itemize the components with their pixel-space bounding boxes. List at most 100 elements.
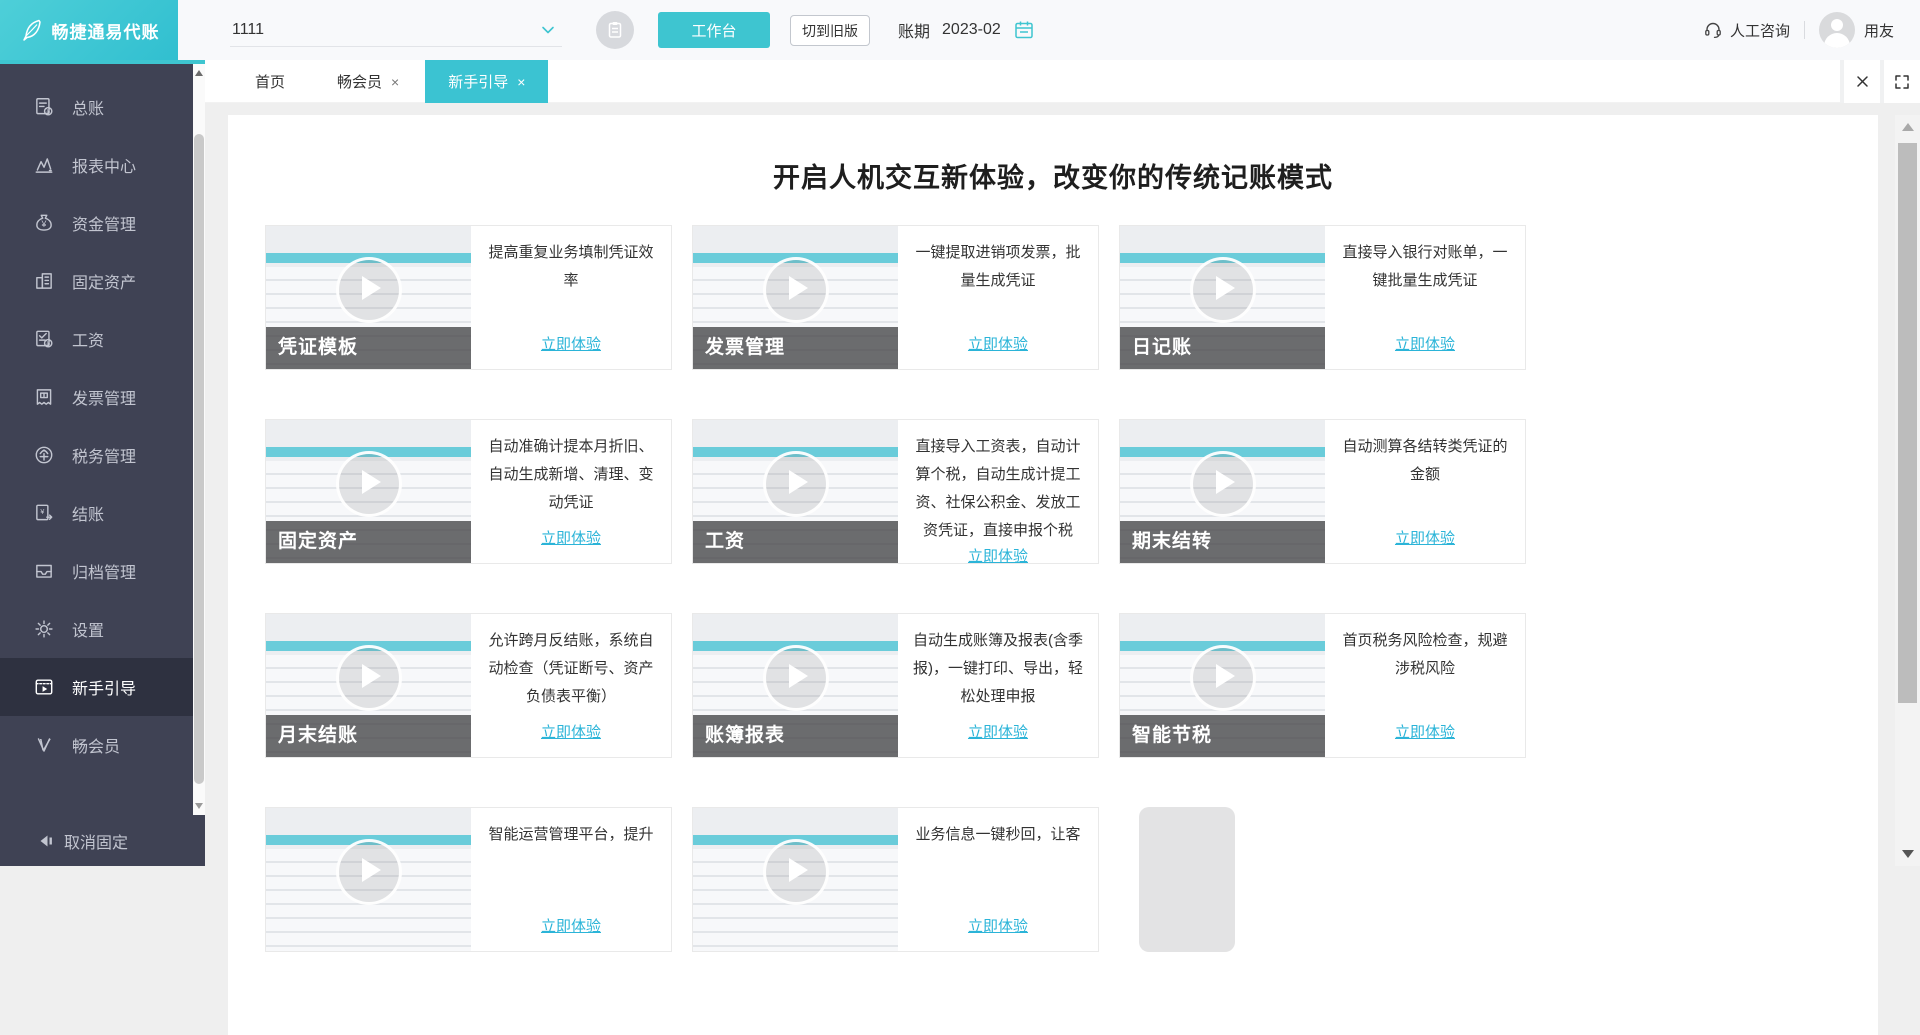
svg-text:¥: ¥	[46, 340, 50, 348]
play-button-icon[interactable]	[335, 839, 402, 905]
video-thumbnail[interactable]: 账簿报表	[693, 614, 898, 757]
notes-button[interactable]	[596, 11, 634, 49]
card-info: 业务信息一键秒回，让客 立即体验	[898, 808, 1098, 951]
sidebar-item-9[interactable]: 设置	[0, 600, 193, 658]
sidebar-scroll-down-icon[interactable]	[193, 799, 205, 813]
card-description: 自动准确计提本月折旧、自动生成新增、清理、变动凭证	[488, 438, 654, 511]
fullscreen-button[interactable]	[1880, 60, 1920, 103]
scroll-down-icon[interactable]	[1895, 850, 1920, 858]
sidebar-item-6[interactable]: 税务管理	[0, 426, 193, 484]
sidebar-item-label: 新手引导	[72, 681, 137, 698]
sidebar-item-8[interactable]: 归档管理	[0, 542, 193, 600]
accounting-period: 账期 2023-02	[898, 0, 1035, 60]
sidebar: ¥ 总账 报表中心 ¥ 资金管理 固定资产 ¥ 工资 发票管理 税务管理 ¥ 结…	[0, 64, 205, 866]
video-thumbnail[interactable]	[1139, 807, 1235, 952]
card-info: 首页税务风险检查，规避涉税风险 立即体验	[1325, 614, 1525, 757]
tab-label: 畅会员	[337, 74, 383, 91]
card-label: 日记账	[1120, 327, 1325, 369]
play-button-icon[interactable]	[335, 451, 402, 517]
try-now-link[interactable]: 立即体验	[968, 721, 1028, 742]
close-tab-button[interactable]	[1840, 60, 1880, 103]
sidebar-item-label: 归档管理	[72, 565, 137, 582]
sidebar-item-11[interactable]: V 畅会员	[0, 716, 193, 774]
svg-text:¥: ¥	[41, 219, 47, 229]
tab-2[interactable]: 新手引导 ×	[425, 60, 549, 103]
video-thumbnail[interactable]: 固定资产	[266, 420, 471, 563]
app-logo[interactable]: 畅捷通易代账	[0, 0, 178, 60]
try-now-link[interactable]: 立即体验	[968, 545, 1028, 566]
guide-card-6: 月末结账 允许跨月反结账，系统自动检查（凭证断号、资产负债表平衡） 立即体验	[265, 613, 672, 758]
sidebar-scroll-up-icon[interactable]	[193, 66, 205, 80]
tab-actions	[1840, 60, 1920, 103]
video-thumbnail[interactable]: 智能节税	[1120, 614, 1325, 757]
try-now-link[interactable]: 立即体验	[1395, 527, 1455, 548]
calendar-icon[interactable]	[1013, 19, 1035, 41]
period-label: 账期	[898, 24, 931, 41]
play-button-icon[interactable]	[762, 451, 829, 517]
play-button-icon[interactable]	[762, 645, 829, 711]
report-icon	[33, 154, 55, 176]
sidebar-scrollbar[interactable]	[193, 64, 205, 815]
card-info: 自动测算各结转类凭证的金额 立即体验	[1325, 420, 1525, 563]
video-thumbnail[interactable]	[266, 808, 471, 951]
try-now-link[interactable]: 立即体验	[968, 915, 1028, 936]
try-now-link[interactable]: 立即体验	[1395, 721, 1455, 742]
play-button-icon[interactable]	[1189, 451, 1256, 517]
unpin-sidebar-button[interactable]: 取消固定	[0, 815, 205, 866]
try-now-link[interactable]: 立即体验	[968, 333, 1028, 354]
video-thumbnail[interactable]: 凭证模板	[266, 226, 471, 369]
sidebar-item-5[interactable]: 发票管理	[0, 368, 193, 426]
video-thumbnail[interactable]: 月末结账	[266, 614, 471, 757]
sidebar-item-4[interactable]: ¥ 工资	[0, 310, 193, 368]
tab-1[interactable]: 畅会员 ×	[311, 60, 425, 103]
play-button-icon[interactable]	[762, 839, 829, 905]
support-button[interactable]: 人工咨询	[1703, 20, 1790, 41]
video-thumbnail[interactable]: 工资	[693, 420, 898, 563]
play-button-icon[interactable]	[1189, 645, 1256, 711]
main-scrollbar-thumb[interactable]	[1898, 143, 1917, 703]
video-thumbnail[interactable]: 期末结转	[1120, 420, 1325, 563]
switch-old-version-button[interactable]: 切到旧版	[790, 15, 870, 46]
sidebar-item-10[interactable]: 新手引导	[0, 658, 193, 716]
period-value[interactable]: 2023-02	[942, 21, 1001, 39]
sidebar-item-0[interactable]: ¥ 总账	[0, 78, 193, 136]
video-thumbnail[interactable]: 发票管理	[693, 226, 898, 369]
tab-bar: 首页 畅会员 × 新手引导 ×	[205, 60, 1920, 103]
user-menu[interactable]: 用友	[1818, 12, 1894, 48]
main-content: 开启人机交互新体验，改变你的传统记账模式 凭证模板 提高重复业务填制凭证效率 立…	[205, 103, 1920, 1035]
card-description: 首页税务风险检查，规避涉税风险	[1342, 632, 1508, 677]
try-now-link[interactable]: 立即体验	[541, 527, 601, 548]
salary-icon: ¥	[33, 328, 55, 350]
play-button-icon[interactable]	[335, 645, 402, 711]
main-scrollbar[interactable]	[1895, 115, 1920, 866]
try-now-link[interactable]: 立即体验	[541, 915, 601, 936]
tab-close-icon[interactable]: ×	[391, 75, 399, 89]
try-now-link[interactable]: 立即体验	[541, 721, 601, 742]
card-label	[266, 909, 471, 951]
guide-card-grid: 凭证模板 提高重复业务填制凭证效率 立即体验 发票管理 一键提取进销项发票，批量…	[265, 225, 1527, 952]
sidebar-item-2[interactable]: ¥ 资金管理	[0, 194, 193, 252]
tab-close-icon[interactable]: ×	[517, 75, 525, 89]
card-description: 一键提取进销项发票，批量生成凭证	[915, 244, 1081, 289]
video-thumbnail[interactable]: 日记账	[1120, 226, 1325, 369]
card-label: 凭证模板	[266, 327, 471, 369]
play-button-icon[interactable]	[762, 257, 829, 323]
header-divider	[1803, 21, 1805, 39]
play-button-icon[interactable]	[335, 257, 402, 323]
try-now-link[interactable]: 立即体验	[1395, 333, 1455, 354]
tab-0[interactable]: 首页	[229, 60, 311, 103]
sidebar-item-3[interactable]: 固定资产	[0, 252, 193, 310]
account-selector[interactable]: 1111	[230, 13, 562, 47]
sidebar-item-1[interactable]: 报表中心	[0, 136, 193, 194]
card-info: 允许跨月反结账，系统自动检查（凭证断号、资产负债表平衡） 立即体验	[471, 614, 671, 757]
funds-icon: ¥	[33, 212, 55, 234]
sidebar-item-7[interactable]: ¥ 结账	[0, 484, 193, 542]
try-now-link[interactable]: 立即体验	[541, 333, 601, 354]
sidebar-scrollbar-thumb[interactable]	[194, 134, 204, 784]
play-button-icon[interactable]	[1189, 257, 1256, 323]
video-thumbnail[interactable]	[693, 808, 898, 951]
chevron-down-icon	[542, 26, 554, 33]
scroll-up-icon[interactable]	[1895, 123, 1920, 131]
workbench-button[interactable]: 工作台	[658, 12, 770, 48]
card-info: 自动准确计提本月折旧、自动生成新增、清理、变动凭证 立即体验	[471, 420, 671, 563]
